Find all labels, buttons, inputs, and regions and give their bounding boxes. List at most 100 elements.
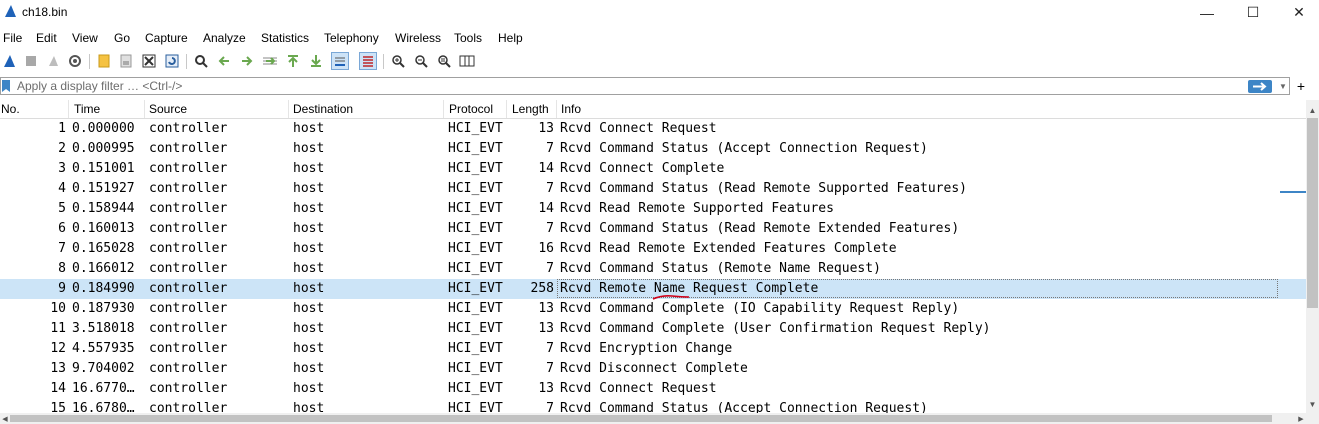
vertical-scrollbar[interactable]: ▲ ▼	[1280, 100, 1319, 413]
zoom-normal-icon[interactable]	[435, 52, 453, 70]
go-to-packet-icon[interactable]	[261, 52, 279, 70]
menu-analyze[interactable]: Analyze	[203, 31, 246, 45]
packet-protocol-cell: HCI_EVT	[448, 361, 503, 376]
options-gear-icon[interactable]	[66, 52, 84, 70]
packet-row[interactable]: 6 0.160013 controller host HCI_EVT 7 Rcvd Comm…	[0, 219, 1306, 239]
packet-length-cell: 7	[546, 221, 554, 236]
toolbar-separator	[186, 54, 187, 69]
packet-info-cell: Rcvd Command Status (Read Remote Extende…	[560, 221, 960, 236]
apply-filter-button[interactable]	[1248, 80, 1272, 93]
close-button[interactable]: ✕	[1276, 0, 1319, 25]
column-header-source[interactable]: Source	[149, 102, 187, 118]
save-file-icon[interactable]	[117, 52, 135, 70]
packet-row[interactable]: 9 0.184990 controller host HCI_EVT 258 Rcvd Re…	[0, 279, 1306, 300]
minimize-button[interactable]: —	[1184, 0, 1230, 25]
colorize-icon[interactable]	[359, 52, 377, 70]
packet-no-cell: 7	[58, 241, 66, 256]
packet-source-cell: controller	[149, 241, 228, 256]
packet-no-cell: 8	[58, 261, 66, 276]
autoscroll-icon[interactable]	[331, 52, 349, 70]
resize-columns-icon[interactable]	[458, 52, 476, 70]
menu-tools[interactable]: Tools	[454, 31, 482, 45]
scroll-right-icon[interactable]: ▶	[1296, 413, 1306, 424]
zoom-in-icon[interactable]	[389, 52, 407, 70]
menu-go[interactable]: Go	[114, 31, 130, 45]
selected-packet-marker	[1280, 191, 1306, 193]
column-header-length[interactable]: Length	[512, 102, 549, 118]
packet-row[interactable]: 14 16.6770… controller host HCI_EVT 13 Rcvd Co…	[0, 379, 1306, 399]
bookmark-icon[interactable]	[2, 80, 10, 92]
open-file-icon[interactable]	[95, 52, 113, 70]
menu-capture[interactable]: Capture	[145, 31, 188, 45]
stop-icon[interactable]	[22, 52, 40, 70]
packet-row[interactable]: 12 4.557935 controller host HCI_EVT 7 Rcvd Enc…	[0, 339, 1306, 359]
packet-row[interactable]: 1 0.000000 controller host HCI_EVT 13 Rcvd Con…	[0, 119, 1306, 139]
packet-destination-cell: host	[293, 261, 325, 276]
packet-row[interactable]: 11 3.518018 controller host HCI_EVT 13 Rcvd Co…	[0, 319, 1306, 339]
column-divider[interactable]	[506, 100, 507, 118]
packet-row[interactable]: 3 0.151001 controller host HCI_EVT 14 Rcvd Con…	[0, 159, 1306, 179]
menu-statistics[interactable]: Statistics	[261, 31, 309, 45]
column-header-info[interactable]: Info	[561, 102, 581, 118]
packet-row[interactable]: 15 16.6780… controller host HCI_EVT 7 Rcvd Com…	[0, 399, 1306, 413]
go-forward-icon[interactable]	[238, 52, 256, 70]
horizontal-scrollbar[interactable]: ◀ ▶	[0, 413, 1319, 424]
packet-row[interactable]: 8 0.166012 controller host HCI_EVT 7 Rcvd Comm…	[0, 259, 1306, 279]
packet-row[interactable]: 4 0.151927 controller host HCI_EVT 7 Rcvd Comm…	[0, 179, 1306, 199]
filter-history-dropdown[interactable]: ▼	[1277, 79, 1289, 94]
packet-info-cell: Rcvd Command Status (Read Remote Support…	[560, 181, 967, 196]
packet-time-cell: 0.160013	[72, 221, 135, 236]
packet-no-cell: 10	[50, 301, 66, 316]
last-packet-icon[interactable]	[307, 52, 325, 70]
vertical-scroll-thumb[interactable]	[1307, 118, 1318, 308]
restart-icon[interactable]	[44, 52, 62, 70]
packet-info-cell: Rcvd Connect Request	[560, 381, 717, 396]
menu-edit[interactable]: Edit	[36, 31, 57, 45]
column-header-destination[interactable]: Destination	[293, 102, 353, 118]
column-divider[interactable]	[556, 100, 557, 118]
menu-view[interactable]: View	[72, 31, 98, 45]
maximize-button[interactable]: ☐	[1230, 0, 1276, 25]
scroll-left-icon[interactable]: ◀	[0, 413, 10, 424]
packet-source-cell: controller	[149, 341, 228, 356]
find-icon[interactable]	[192, 52, 210, 70]
close-file-icon[interactable]	[140, 52, 158, 70]
scroll-down-icon[interactable]: ▼	[1306, 398, 1319, 411]
horizontal-scroll-thumb[interactable]	[10, 415, 1272, 422]
packet-info-cell: Rcvd Command Status (Remote Name Request…	[560, 261, 881, 276]
packet-row[interactable]: 13 9.704002 controller host HCI_EVT 7 Rcvd Dis…	[0, 359, 1306, 379]
shark-fin-icon[interactable]	[0, 52, 18, 70]
zoom-out-icon[interactable]	[412, 52, 430, 70]
packet-row[interactable]: 2 0.000995 controller host HCI_EVT 7 Rcvd Comm…	[0, 139, 1306, 159]
column-header-time[interactable]: Time	[74, 102, 100, 118]
menu-help[interactable]: Help	[498, 31, 523, 45]
first-packet-icon[interactable]	[284, 52, 302, 70]
column-divider[interactable]	[443, 100, 444, 118]
packet-no-cell: 13	[50, 361, 66, 376]
display-filter-input[interactable]	[17, 79, 1237, 93]
packet-time-cell: 0.187930	[72, 301, 135, 316]
scroll-up-icon[interactable]: ▲	[1306, 104, 1319, 117]
column-divider[interactable]	[68, 100, 69, 118]
column-divider[interactable]	[144, 100, 145, 118]
menu-file[interactable]: File	[3, 31, 22, 45]
packet-row[interactable]: 5 0.158944 controller host HCI_EVT 14 Rcvd Rea…	[0, 199, 1306, 219]
packet-protocol-cell: HCI_EVT	[448, 321, 503, 336]
packet-row[interactable]: 7 0.165028 controller host HCI_EVT 16 Rcvd Rea…	[0, 239, 1306, 259]
packet-length-cell: 13	[538, 301, 554, 316]
menu-wireless[interactable]: Wireless	[395, 31, 441, 45]
menu-telephony[interactable]: Telephony	[324, 31, 379, 45]
packet-no-cell: 2	[58, 141, 66, 156]
column-header-protocol[interactable]: Protocol	[449, 102, 493, 118]
column-header-no[interactable]: No.	[1, 102, 20, 118]
add-filter-button[interactable]: +	[1294, 77, 1308, 95]
packet-destination-cell: host	[293, 221, 325, 236]
packet-no-cell: 6	[58, 221, 66, 236]
column-divider[interactable]	[288, 100, 289, 118]
packet-source-cell: controller	[149, 381, 228, 396]
chevron-down-icon: ▼	[1279, 82, 1287, 91]
go-back-icon[interactable]	[215, 52, 233, 70]
reload-file-icon[interactable]	[163, 52, 181, 70]
packet-row[interactable]: 10 0.187930 controller host HCI_EVT 13 Rcvd Co…	[0, 299, 1306, 319]
packet-info-cell: Rcvd Connect Request	[560, 121, 717, 136]
